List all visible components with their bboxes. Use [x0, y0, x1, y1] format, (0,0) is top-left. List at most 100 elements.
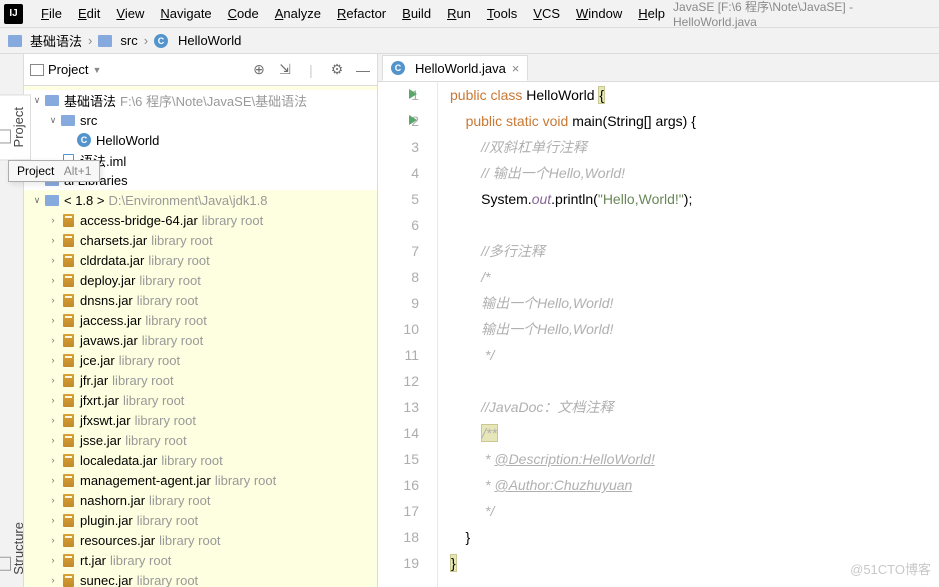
tree-node[interactable]: ›sunec.jar library root [24, 570, 377, 587]
tree-arrow-icon[interactable]: › [46, 215, 60, 225]
tree-node[interactable]: ›jfxrt.jar library root [24, 390, 377, 410]
tree-arrow-icon[interactable]: › [46, 495, 60, 505]
tree-arrow-icon[interactable]: ∨ [30, 195, 44, 206]
tree-node[interactable]: ›charsets.jar library root [24, 230, 377, 250]
menu-tools[interactable]: Tools [479, 6, 525, 21]
code-line[interactable]: */ [450, 498, 939, 524]
gear-icon[interactable]: ⚙ [329, 62, 345, 78]
tree-arrow-icon[interactable]: › [46, 275, 60, 285]
tree-arrow-icon[interactable]: ∨ [46, 115, 60, 126]
tree-arrow-icon[interactable]: › [46, 535, 60, 545]
menu-build[interactable]: Build [394, 6, 439, 21]
gutter-line[interactable]: 15 [378, 446, 419, 472]
gutter-line[interactable]: 19 [378, 550, 419, 576]
expand-icon[interactable]: ⇲ [277, 62, 293, 78]
tree-node[interactable]: ∨< 1.8 > D:\Environment\Java\jdk1.8 [24, 190, 377, 210]
code-line[interactable]: 输出一个Hello,World! [450, 316, 939, 342]
tree-node[interactable]: ∨src [24, 110, 377, 130]
gutter-line[interactable]: 2 [378, 108, 419, 134]
code-line[interactable]: /* [450, 264, 939, 290]
rail-tab-project[interactable]: Project [0, 94, 31, 160]
tree-node[interactable]: ›cldrdata.jar library root [24, 250, 377, 270]
run-icon[interactable] [409, 89, 417, 99]
code-line[interactable]: // 输出一个Hello,World! [450, 160, 939, 186]
editor-body[interactable]: 12345678910111213141516171819 public cla… [378, 82, 939, 587]
tree-node[interactable]: ∨基础语法 F:\6 程序\Note\JavaSE\基础语法 [24, 90, 377, 110]
gutter-line[interactable]: 11 [378, 342, 419, 368]
menu-vcs[interactable]: VCS [525, 6, 568, 21]
code-line[interactable]: //双斜杠单行注释 [450, 134, 939, 160]
tree-arrow-icon[interactable]: › [46, 475, 60, 485]
gutter-line[interactable]: 16 [378, 472, 419, 498]
tree-arrow-icon[interactable]: › [46, 295, 60, 305]
code-line[interactable] [450, 368, 939, 394]
hide-icon[interactable]: — [355, 62, 371, 78]
tree-node[interactable]: ›deploy.jar library root [24, 270, 377, 290]
gutter-line[interactable]: 8 [378, 264, 419, 290]
gutter[interactable]: 12345678910111213141516171819 [378, 82, 438, 587]
tree-node[interactable]: ›jfr.jar library root [24, 370, 377, 390]
gutter-line[interactable]: 17 [378, 498, 419, 524]
tree-node[interactable]: ›plugin.jar library root [24, 510, 377, 530]
tree-node[interactable]: ›access-bridge-64.jar library root [24, 210, 377, 230]
gutter-line[interactable]: 18 [378, 524, 419, 550]
panel-title[interactable]: Project ▼ [30, 62, 101, 77]
menu-view[interactable]: View [108, 6, 152, 21]
gutter-line[interactable]: 4 [378, 160, 419, 186]
gutter-line[interactable]: 9 [378, 290, 419, 316]
code-line[interactable]: //JavaDoc：文档注释 [450, 394, 939, 420]
code-line[interactable]: public static void main(String[] args) { [450, 108, 939, 134]
code-line[interactable]: 输出一个Hello,World! [450, 290, 939, 316]
tree-node[interactable]: ›nashorn.jar library root [24, 490, 377, 510]
gutter-line[interactable]: 1 [378, 82, 419, 108]
code-area[interactable]: public class HelloWorld { public static … [438, 82, 939, 587]
gutter-line[interactable]: 12 [378, 368, 419, 394]
menu-help[interactable]: Help [630, 6, 673, 21]
tree-node[interactable]: ›jce.jar library root [24, 350, 377, 370]
breadcrumb-module[interactable]: 基础语法 [30, 31, 82, 50]
tree-arrow-icon[interactable]: › [46, 395, 60, 405]
gutter-line[interactable]: 3 [378, 134, 419, 160]
close-icon[interactable]: × [512, 61, 520, 76]
tree-arrow-icon[interactable]: › [46, 255, 60, 265]
code-line[interactable]: /** [450, 420, 939, 446]
menu-code[interactable]: Code [220, 6, 267, 21]
tree-arrow-icon[interactable]: › [46, 235, 60, 245]
tree-node[interactable]: ›dnsns.jar library root [24, 290, 377, 310]
tree-arrow-icon[interactable]: › [46, 355, 60, 365]
code-line[interactable]: //多行注释 [450, 238, 939, 264]
tree-arrow-icon[interactable]: › [46, 315, 60, 325]
menu-edit[interactable]: Edit [70, 6, 108, 21]
tree-arrow-icon[interactable]: › [46, 415, 60, 425]
tree-node[interactable]: ›localedata.jar library root [24, 450, 377, 470]
menu-analyze[interactable]: Analyze [267, 6, 329, 21]
gutter-line[interactable]: 5 [378, 186, 419, 212]
code-line[interactable]: } [450, 524, 939, 550]
tree-node[interactable]: ›jfxswt.jar library root [24, 410, 377, 430]
menu-refactor[interactable]: Refactor [329, 6, 394, 21]
locate-icon[interactable]: ⊕ [251, 62, 267, 78]
tree-arrow-icon[interactable]: ∨ [30, 95, 44, 106]
tree-node[interactable]: ›javaws.jar library root [24, 330, 377, 350]
menu-window[interactable]: Window [568, 6, 630, 21]
tree-node[interactable]: ›jaccess.jar library root [24, 310, 377, 330]
tree-node[interactable]: ›jsse.jar library root [24, 430, 377, 450]
code-line[interactable]: * @Author:Chuzhuyuan [450, 472, 939, 498]
code-line[interactable]: */ [450, 342, 939, 368]
tree-arrow-icon[interactable]: › [46, 515, 60, 525]
tree-node[interactable]: ›resources.jar library root [24, 530, 377, 550]
menu-run[interactable]: Run [439, 6, 479, 21]
code-line[interactable]: * @Description:HelloWorld! [450, 446, 939, 472]
tree-node[interactable]: ›management-agent.jar library root [24, 470, 377, 490]
tree-arrow-icon[interactable]: › [46, 555, 60, 565]
tree-node[interactable]: ›rt.jar library root [24, 550, 377, 570]
gutter-line[interactable]: 7 [378, 238, 419, 264]
gutter-line[interactable]: 13 [378, 394, 419, 420]
menu-file[interactable]: File [33, 6, 70, 21]
breadcrumb-class[interactable]: HelloWorld [178, 33, 241, 48]
tree-arrow-icon[interactable]: › [46, 335, 60, 345]
menu-navigate[interactable]: Navigate [152, 6, 219, 21]
code-line[interactable]: public class HelloWorld { [450, 82, 939, 108]
tree-arrow-icon[interactable]: › [46, 455, 60, 465]
breadcrumb-src[interactable]: src [120, 33, 137, 48]
